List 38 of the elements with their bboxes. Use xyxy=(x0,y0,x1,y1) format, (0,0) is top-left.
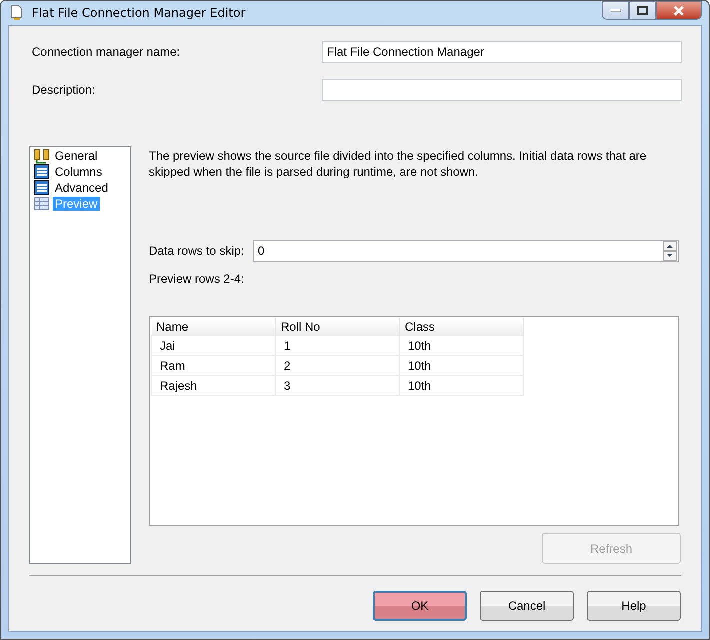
sidebar-item[interactable]: Columns xyxy=(53,165,104,179)
minimize-icon xyxy=(610,8,620,12)
close-icon xyxy=(673,6,685,16)
field-label: Data rows to skip: xyxy=(149,244,246,258)
dialog-button[interactable]: OK xyxy=(373,591,467,621)
text-field[interactable] xyxy=(322,79,682,101)
window-title: Flat File Connection Manager Editor xyxy=(32,6,246,20)
dialog-button[interactable]: Cancel xyxy=(480,591,574,621)
preview-label: Preview rows 2-4: xyxy=(149,272,246,286)
table-icon xyxy=(34,180,50,196)
number-field[interactable]: 0 xyxy=(253,240,679,262)
sidebar-item[interactable]: Advanced xyxy=(53,181,110,195)
table-cell: Rajesh xyxy=(152,376,276,396)
table-icon xyxy=(34,164,50,180)
close-button[interactable] xyxy=(656,1,702,20)
table-cell: 1 xyxy=(276,336,400,356)
table-cell: 10th xyxy=(400,336,524,356)
description-text: The preview shows the source file divided into the specified columns. Initial data rows that are skipped when the file is parsed during runtime, are not shown. xyxy=(149,148,648,180)
table-cell: 10th xyxy=(400,356,524,376)
text-field[interactable]: Flat File Connection Manager xyxy=(322,41,682,63)
table-cell: 3 xyxy=(276,376,400,396)
table-cell: 2 xyxy=(276,356,400,376)
field-label: Description: xyxy=(31,83,96,97)
table-cell: Ram xyxy=(152,356,276,376)
minimize-button[interactable] xyxy=(602,1,629,20)
column-header: Class xyxy=(400,318,524,336)
column-header: Roll No xyxy=(276,318,400,336)
table-cell: Jai xyxy=(152,336,276,356)
table-icon xyxy=(34,196,50,212)
table-cell: 10th xyxy=(400,376,524,396)
spinner-arrows-icon xyxy=(663,241,677,261)
column-header: Name xyxy=(152,318,276,336)
sidebar-item[interactable]: General xyxy=(53,149,100,163)
field-label: Connection manager name: xyxy=(31,45,182,59)
document-icon xyxy=(10,5,24,21)
maximize-button[interactable] xyxy=(629,1,656,20)
dialog-button[interactable]: Help xyxy=(587,591,681,621)
maximize-icon xyxy=(637,6,648,15)
